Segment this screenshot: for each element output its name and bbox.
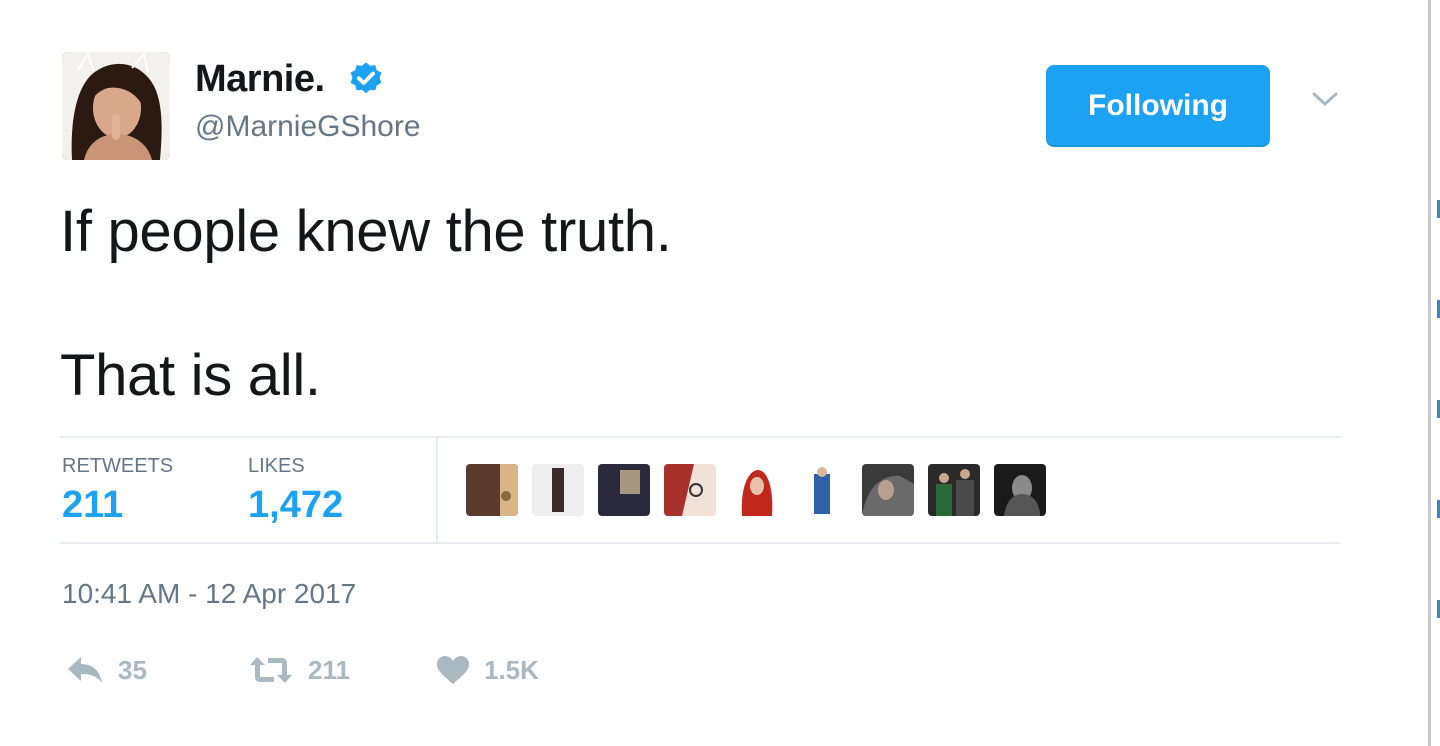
liker-avatar[interactable] — [598, 464, 650, 516]
liker-avatar[interactable] — [466, 464, 518, 516]
stats-top-divider — [60, 436, 1340, 438]
chevron-down-icon[interactable] — [1308, 88, 1342, 112]
tweet-card: Marnie. @MarnieGShore Following If peopl… — [0, 0, 1428, 746]
avatar[interactable] — [62, 52, 170, 160]
display-name[interactable]: Marnie. — [195, 58, 325, 101]
likes-label: LIKES — [248, 455, 305, 477]
tweet-text-line-2: That is all. — [60, 343, 321, 408]
verified-badge-icon — [350, 62, 382, 94]
reply-action[interactable]: 35 — [66, 650, 147, 690]
tweet-timestamp[interactable]: 10:41 AM - 12 Apr 2017 — [62, 578, 356, 610]
liker-avatar[interactable] — [664, 464, 716, 516]
liker-avatar[interactable] — [862, 464, 914, 516]
liker-avatar[interactable] — [994, 464, 1046, 516]
liker-avatar[interactable] — [730, 464, 782, 516]
liker-avatar[interactable] — [532, 464, 584, 516]
window-edge — [1428, 0, 1440, 746]
retweet-action[interactable]: 211 — [248, 650, 350, 690]
avatar-image — [62, 52, 170, 160]
reply-count: 35 — [118, 654, 147, 685]
like-action[interactable]: 1.5K — [436, 650, 539, 690]
retweets-count[interactable]: 211 — [62, 484, 123, 527]
like-count: 1.5K — [484, 654, 539, 685]
liker-avatar[interactable] — [928, 464, 980, 516]
stats-bottom-divider — [60, 542, 1340, 544]
liker-avatar[interactable] — [796, 464, 848, 516]
retweets-label: RETWEETS — [62, 455, 174, 477]
retweet-icon — [250, 657, 292, 683]
likes-count[interactable]: 1,472 — [248, 484, 343, 527]
user-handle[interactable]: @MarnieGShore — [195, 110, 421, 144]
following-button[interactable]: Following — [1046, 65, 1270, 147]
retweet-count: 211 — [308, 654, 350, 685]
reply-icon — [68, 657, 102, 683]
tweet-text-line-1: If people knew the truth. — [60, 199, 672, 264]
stats-vertical-divider — [436, 437, 438, 543]
heart-icon — [437, 656, 469, 684]
